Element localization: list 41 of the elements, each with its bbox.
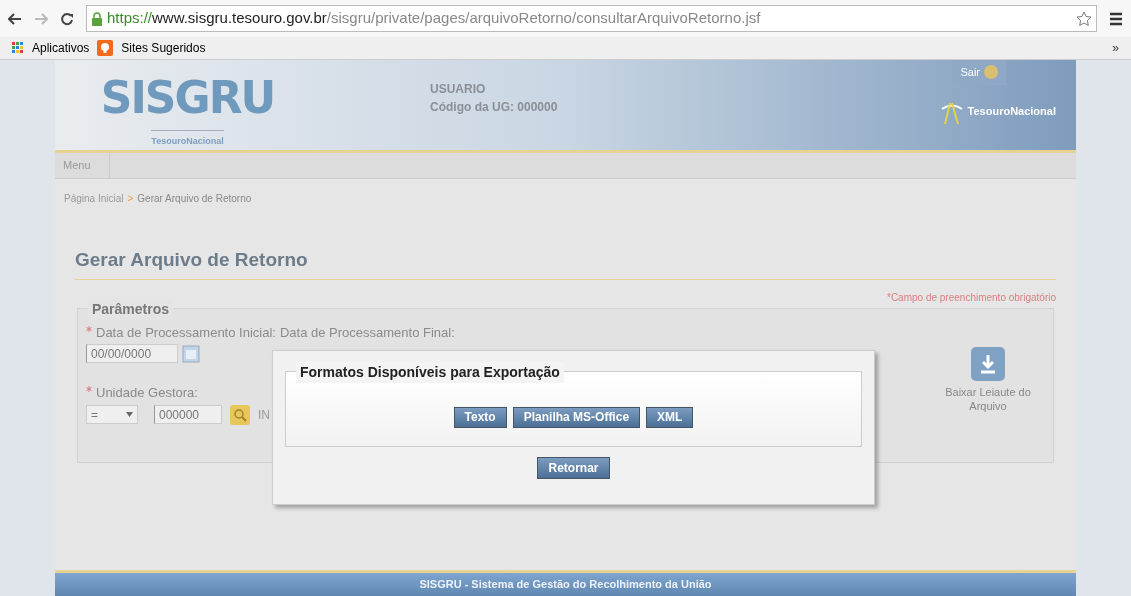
format-button[interactable]: Planilha MS-Office [512,406,641,428]
bookmark-link[interactable]: Sites Sugeridos [121,39,206,57]
download-icon[interactable] [971,346,1005,381]
operator-select[interactable]: = [86,405,138,424]
star-icon[interactable] [1076,10,1092,27]
brand-text: TesouroNacional [967,104,1056,120]
reload-icon[interactable] [60,11,74,26]
field-label: Unidade Gestora: [96,384,198,402]
caret-icon [126,412,133,417]
overflow-icon[interactable]: » [1112,39,1119,57]
required-icon [86,386,92,392]
menu-icon[interactable] [1109,11,1123,26]
format-button[interactable]: XML [646,406,694,428]
required-icon [86,325,92,332]
breadcrumb-current: Gerar Arquivo de Retorno [137,192,252,206]
bulb-icon[interactable] [97,40,114,56]
required-note: *Campo de preenchimento obrigatório [887,290,1056,305]
logo-text: SISGRU [100,78,275,118]
logo-subtitle: TesouroNacional [151,130,224,149]
breadcrumb-link[interactable]: Página Inicial [64,191,124,206]
date-field[interactable]: 00/00/0000 [86,344,178,363]
field-label: Data de Processamento Final: [279,323,455,342]
user-name: USUARIO [430,81,487,98]
lock-icon [91,11,103,26]
unit-name: IN [258,406,270,424]
ug-code: Código da UG: 000000 [430,99,558,116]
breadcrumb-separator: > [127,192,134,206]
menu-item[interactable]: Menu [55,153,110,178]
field-label: Data de Processamento Inicial: [96,323,276,342]
download-link[interactable]: Baixar Leiaute do Arquivo [933,384,1043,413]
format-button[interactable]: Texto [453,406,507,428]
url-text: https://www.sisgru.tesouro.gov.br/sisgru/private/pages/arquivoRetorno/consultarArquivoRetorno.jsf [107,8,761,29]
unit-code-field[interactable]: 000000 [154,405,222,424]
footer-text: SISGRU - Sistema de Gestão do Recolhimento da União [419,577,712,593]
page-title: Gerar Arquivo de Retorno [75,248,309,272]
search-icon[interactable] [230,404,250,425]
apps-icon[interactable] [12,42,24,54]
bookmark-link[interactable]: Aplicativos [32,39,90,57]
back-icon[interactable] [8,12,22,25]
address-bar[interactable]: https://www.sisgru.tesouro.gov.br/sisgru/private/pages/arquivoRetorno/consultarArquivoRetorno.jsf [86,5,1097,32]
return-button[interactable]: Retornar [537,457,610,479]
